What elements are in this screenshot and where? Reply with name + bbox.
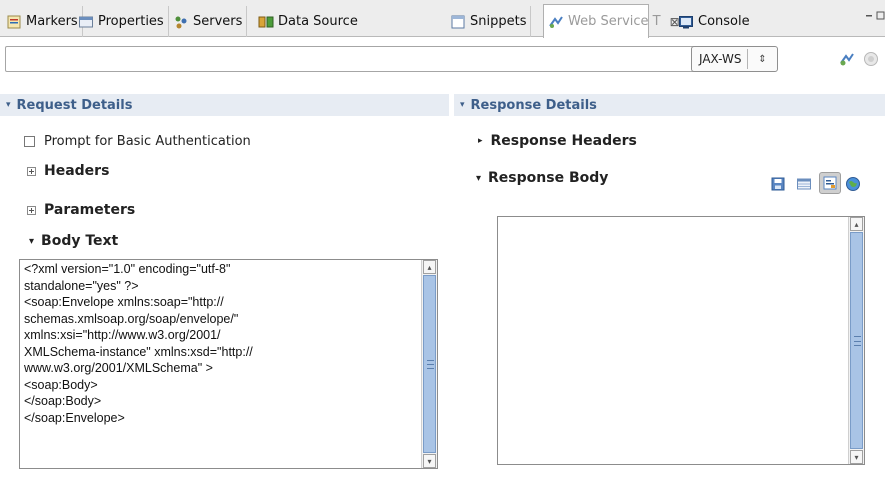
snippets-icon [450,14,466,30]
expand-icon[interactable]: ▸ [478,136,483,146]
parameters-label: Parameters [44,202,136,218]
expand-icon[interactable] [27,205,36,215]
body-line: <?xml version="1.0" encoding="utf-8" [24,262,231,276]
body-line: </soap:Body> [24,394,102,408]
tab-label: Data Source [278,14,358,29]
body-text-section-toggle[interactable]: ▾ Body Text [29,233,118,249]
response-details-header[interactable]: ▾ Response Details [454,94,885,116]
markers-icon [6,14,22,30]
body-line: standalone="yes" ?> [24,278,139,293]
save-icon[interactable] [770,176,786,192]
stop-icon[interactable] [862,50,880,68]
tab-label: Web Service T [568,14,661,29]
tab-servers[interactable]: Servers [169,6,248,37]
request-body-content: <?xml version="1.0" encoding="utf-8" sta… [24,261,419,426]
tab-label: Markers [26,14,78,29]
request-details-title: Request Details [16,97,133,113]
collapse-icon: ▾ [476,172,482,184]
body-line: <soap:Envelope xmlns:soap="http:// [24,295,224,309]
collapse-icon: ▾ [29,235,35,247]
tab-data-source[interactable]: Data Source [254,6,362,37]
scroll-thumb[interactable] [850,232,863,449]
response-headers-toggle[interactable]: ▸ Response Headers [478,133,637,149]
body-line: www.w3.org/2001/XMLSchema" > [24,361,213,375]
body-text-label: Body Text [41,233,119,249]
body-line: schemas.xmlsoap.org/soap/envelope/" [24,311,239,326]
protocol-select[interactable]: JAX-WS ⇕ [691,46,778,72]
minimize-icon[interactable] [865,10,885,26]
globe-icon[interactable] [845,176,861,192]
tab-snippets[interactable]: Snippets [446,6,532,37]
servers-icon [173,14,189,30]
parameters-section-toggle[interactable]: Parameters [27,202,135,218]
headers-section-toggle[interactable]: Headers [27,163,109,179]
response-body-textarea[interactable]: ▴ ▾ [497,216,865,465]
table-view-icon[interactable] [796,176,812,192]
request-details-header[interactable]: ▾ Request Details [0,94,449,116]
collapse-icon: ▾ [6,100,11,110]
headers-label: Headers [44,163,110,179]
scroll-up-icon[interactable]: ▴ [423,260,436,274]
protocol-value: JAX-WS [699,52,742,66]
response-headers-label: Response Headers [490,133,637,149]
prompt-auth-label: Prompt for Basic Authentication [44,134,251,149]
spinner-icon[interactable]: ⇕ [747,49,777,69]
properties-icon [78,14,94,30]
expand-icon[interactable] [27,166,36,176]
web-service-icon [548,14,564,30]
request-body-scrollbar[interactable]: ▴ ▾ [421,260,437,468]
body-line: xmlns:xsi="http://www.w3.org/2001/ [24,328,221,342]
scroll-up-icon[interactable]: ▴ [850,217,863,231]
view-tab-bar: Markers Properties Servers Data Source S… [0,0,885,38]
endpoint-url-combo[interactable]: ⌵ [5,46,726,72]
scroll-thumb[interactable] [423,275,436,453]
console-icon [678,14,694,30]
tab-label: Snippets [470,14,527,29]
response-details-title: Response Details [470,97,597,113]
prompt-auth-checkbox[interactable] [24,136,35,147]
tab-web-service-tester[interactable]: Web Service T ⊠ [543,4,680,38]
tab-markers[interactable]: Markers [2,6,83,37]
request-body-textarea[interactable]: <?xml version="1.0" encoding="utf-8" sta… [19,259,438,469]
scroll-down-icon[interactable]: ▾ [423,454,436,468]
response-body-label: Response Body [488,170,609,186]
body-line: <soap:Body> [24,377,98,392]
body-line: </soap:Envelope> [24,410,125,425]
response-body-scrollbar[interactable]: ▴ ▾ [848,217,864,464]
collapse-icon: ▾ [460,100,465,110]
tab-console[interactable]: Console [674,6,754,37]
body-line: XMLSchema-instance" xmlns:xsd="http:// [24,344,253,359]
response-body-toggle[interactable]: ▾ Response Body [476,170,608,186]
scroll-down-icon[interactable]: ▾ [850,450,863,464]
prompt-auth-row[interactable]: Prompt for Basic Authentication [24,134,251,149]
data-source-icon [258,14,274,30]
form-view-icon[interactable] [819,172,841,194]
tab-label: Console [698,14,750,29]
invoke-icon[interactable] [838,50,856,68]
tab-label: Servers [193,14,243,29]
tab-label: Properties [98,14,164,29]
tab-properties[interactable]: Properties [74,6,169,37]
